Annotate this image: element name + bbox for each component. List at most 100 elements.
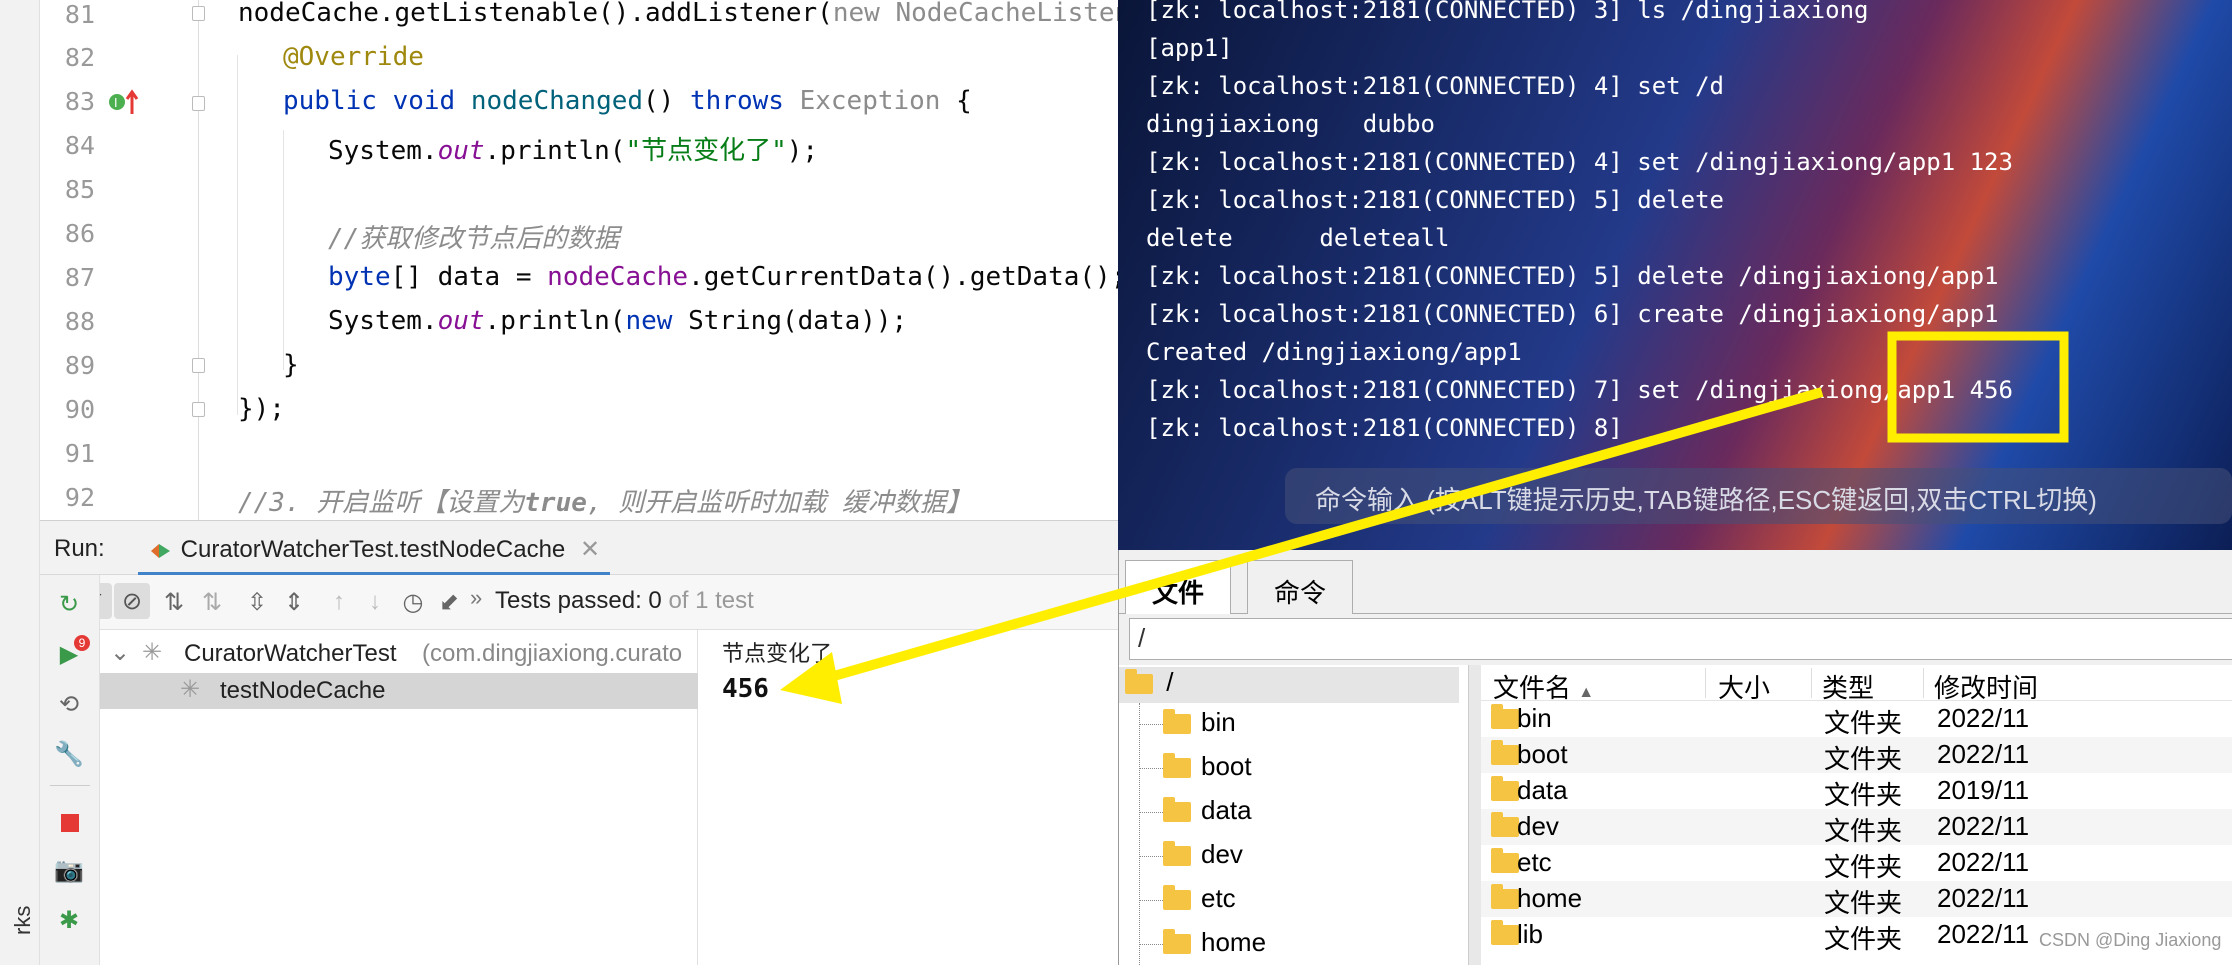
test-tree[interactable]: ⌄ ✳ CuratorWatcherTest (com.dingjiaxiong… (100, 630, 698, 965)
toggle-auto-test-icon[interactable]: ⟲ (52, 687, 86, 721)
dir-tree-item[interactable]: boot (1139, 751, 1252, 782)
next-failed-icon[interactable]: ↓ (358, 585, 392, 619)
sort-duration-icon[interactable]: ⇅ (195, 585, 229, 619)
console-line: 456 (722, 674, 769, 704)
line-number: 90 (64, 395, 95, 424)
show-ignored-toggle[interactable]: ⊘ (114, 583, 150, 619)
tree-child-row[interactable]: ✳ testNodeCache (100, 673, 698, 709)
line-number: 88 (64, 307, 95, 336)
file-type: 文件夹 (1824, 852, 1903, 882)
terminal-line: [zk: localhost:2181(CONNECTED) 3] ls /di… (1146, 0, 1869, 24)
tests-total-text: of 1 test (668, 587, 754, 614)
camera-icon[interactable]: 📷 (52, 853, 86, 887)
column-size-header[interactable]: 大小 (1705, 668, 1770, 703)
rerun-icon[interactable]: ↻ (52, 587, 86, 621)
dir-tree-item[interactable]: etc (1139, 883, 1236, 914)
file-type: 文件夹 (1824, 924, 1903, 954)
file-manager-tabs: 文件 命令 (1119, 550, 2232, 614)
command-input[interactable]: 命令输入 (按ALT键提示历史,TAB键路径,ESC键返回,双击CTRL切换) (1285, 468, 2232, 524)
implements-method-icon[interactable]: I (108, 88, 142, 118)
tab-files[interactable]: 文件 (1125, 560, 1232, 614)
file-type: 文件夹 (1824, 816, 1903, 846)
terminal-line: [zk: localhost:2181(CONNECTED) 4] set /d (1146, 72, 1724, 100)
stop-icon[interactable] (61, 814, 79, 832)
dir-tree-item[interactable]: data (1139, 795, 1252, 826)
tree-root-row[interactable]: ⌄ ✳ CuratorWatcherTest (com.dingjiaxiong… (100, 636, 698, 672)
file-manager: 文件 命令 / / bin boot data dev etc home 文件名… (1118, 550, 2232, 965)
column-name-label: 文件名 (1493, 673, 1572, 703)
history-icon[interactable]: ◷ (396, 585, 430, 619)
column-type-header[interactable]: 类型 (1811, 668, 1874, 703)
fold-marker[interactable] (192, 6, 205, 21)
dir-tree-item[interactable]: dev (1139, 839, 1243, 870)
file-modified: 2022/11 (1937, 847, 2030, 877)
sort-alpha-icon[interactable]: ⇅ (157, 585, 191, 619)
line-number: 87 (64, 263, 95, 292)
table-row[interactable]: bin 文件夹 2022/11 (1481, 701, 2232, 738)
terminal-line: [zk: localhost:2181(CONNECTED) 8] (1146, 414, 1623, 442)
tab-commands-label: 命令 (1274, 578, 1327, 608)
folder-icon (1491, 740, 1519, 765)
tree-child-name: testNodeCache (220, 677, 386, 704)
code-line-86: //获取修改节点后的数据 (328, 224, 620, 254)
file-name: lib (1517, 919, 1544, 949)
terminal-line: [app1] (1146, 34, 1233, 62)
folder-icon (1491, 884, 1519, 909)
file-type: 文件夹 (1824, 888, 1903, 918)
side-label[interactable]: rks (10, 906, 36, 935)
dir-tree-item[interactable]: bin (1139, 707, 1236, 738)
folder-icon (1491, 776, 1519, 801)
debug-icon[interactable]: ✱ (52, 903, 86, 937)
code-line-84: System.out.println("节点变化了"); (328, 136, 819, 166)
code-editor[interactable]: 81 82 83 84 85 86 87 88 89 90 91 92 I no… (40, 0, 1118, 520)
settings-wrench-icon[interactable]: 🔧 (52, 737, 86, 771)
collapse-all-icon[interactable]: ⇕ (277, 585, 311, 619)
tab-commands[interactable]: 命令 (1247, 560, 1354, 614)
file-name: data (1517, 775, 1568, 805)
column-name-header[interactable]: 文件名 ▲ (1493, 668, 1594, 705)
path-input[interactable]: / (1129, 618, 2232, 660)
code-line-88: System.out.println(new String(data)); (328, 306, 908, 336)
sort-asc-icon: ▲ (1578, 684, 1595, 701)
directory-tree[interactable]: / bin boot data dev etc home (1119, 665, 1469, 965)
separator (50, 785, 90, 786)
file-name: dev (1517, 811, 1559, 841)
code-line-81: nodeCache.getListenable().addListener(ne… (238, 0, 1118, 28)
dir-tree-label: home (1201, 927, 1267, 957)
file-modified: 2022/11 (1937, 811, 2030, 841)
folder-icon (1491, 812, 1519, 837)
close-icon[interactable]: ✕ (580, 536, 600, 563)
chevron-down-icon[interactable]: ⌄ (110, 638, 130, 667)
file-modified: 2022/11 (1937, 883, 2030, 913)
fold-marker[interactable] (192, 96, 205, 111)
fold-marker[interactable] (192, 402, 205, 417)
run-tool-header: Run: CuratorWatcherTest.testNodeCache ✕ (40, 520, 1118, 575)
table-row[interactable]: home 文件夹 2022/11 (1481, 881, 2232, 918)
table-row[interactable]: dev 文件夹 2022/11 (1481, 809, 2232, 846)
tree-scrollbar[interactable] (1469, 665, 1481, 965)
table-row[interactable]: boot 文件夹 2022/11 (1481, 737, 2232, 774)
table-row[interactable]: data 文件夹 2019/11 (1481, 773, 2232, 810)
dir-tree-item[interactable]: home (1139, 927, 1266, 958)
console-output[interactable]: 节点变化了 456 (698, 630, 1118, 965)
fold-marker[interactable] (192, 358, 205, 373)
line-number: 85 (64, 175, 95, 204)
tree-root-name: CuratorWatcherTest (184, 640, 397, 667)
tab-run-config[interactable]: CuratorWatcherTest.testNodeCache ✕ (138, 527, 611, 575)
import-tests-icon[interactable]: ⬋ (432, 585, 466, 619)
column-modified-header[interactable]: 修改时间 (1923, 668, 2038, 703)
run-config-icon (151, 543, 170, 558)
spinner-icon: ✳ (142, 639, 163, 666)
terminal-line: [zk: localhost:2181(CONNECTED) 7] set /d… (1146, 376, 2013, 404)
folder-icon (1491, 920, 1519, 945)
dir-tree-root[interactable]: / (1119, 667, 1459, 703)
file-list[interactable]: 文件名 ▲ 大小 类型 修改时间 bin 文件夹 2022/11 boot 文件夹 20… (1481, 665, 2232, 965)
terminal-line: Created /dingjiaxiong/app1 (1146, 338, 1522, 366)
line-number: 92 (64, 483, 95, 512)
command-input-hint: 命令输入 (按ALT键提示历史,TAB键路径,ESC键返回,双击CTRL切换) (1315, 485, 2097, 515)
previous-failed-icon[interactable]: ↑ (322, 585, 356, 619)
more-icon[interactable]: » (470, 585, 482, 611)
expand-all-icon[interactable]: ⇳ (240, 585, 274, 619)
code-line-90: }); (238, 394, 285, 424)
table-row[interactable]: etc 文件夹 2022/11 (1481, 845, 2232, 882)
